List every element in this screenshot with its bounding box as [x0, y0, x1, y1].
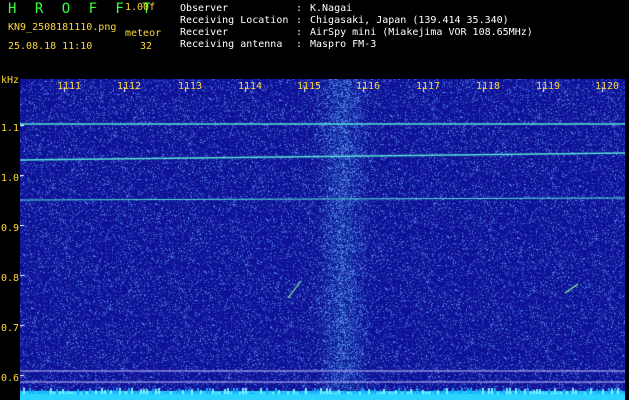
info-antenna-label: Receiving antenna — [180, 39, 283, 50]
time-tick-1113: 1113 — [178, 81, 203, 92]
y-tick-1-0: 1.0 — [1, 173, 20, 184]
datetime: 25.08.18 11:10 — [8, 41, 93, 52]
y-tick-0-6: 0.6 — [1, 373, 20, 384]
file-name: KN9_2508181110.png — [8, 22, 117, 33]
info-receiver-value: AirSpy mini (Miakejima VOR 108.65MHz) — [310, 27, 533, 38]
info-observer-value: K.Nagai — [310, 3, 353, 14]
meteor-label: meteor — [125, 28, 162, 39]
time-tick-1112: 1112 — [117, 81, 142, 92]
time-tick-1111: 1111 — [57, 81, 82, 92]
info-location-value: Chigasaki, Japan (139.414 35.340) — [310, 15, 509, 26]
info-location-sep: : — [296, 15, 303, 26]
y-tick-0-7: 0.7 — [1, 323, 20, 334]
hroft-screen: H R O F F T 1.00f KN9_2508181110.png met… — [0, 0, 629, 400]
spectrogram — [20, 79, 625, 400]
y-axis-unit: kHz — [1, 75, 20, 86]
time-tick-1117: 1117 — [416, 81, 441, 92]
info-location-label: Receiving Location — [180, 15, 289, 26]
y-tick-0-9: 0.9 — [1, 223, 20, 234]
time-tick-1119: 1119 — [536, 81, 561, 92]
meteor-count: 32 — [140, 41, 153, 52]
info-receiver-label: Receiver — [180, 27, 229, 38]
time-tick-1120: 1120 — [595, 81, 620, 92]
info-observer-sep: : — [296, 3, 303, 14]
info-antenna-sep: : — [296, 39, 303, 50]
y-tick-0-8: 0.8 — [1, 273, 20, 284]
time-tick-1115: 1115 — [297, 81, 322, 92]
info-antenna-value: Maspro FM-3 — [310, 39, 377, 50]
info-observer-label: Observer — [180, 3, 229, 14]
app-version: 1.00f — [125, 2, 156, 13]
info-receiver-sep: : — [296, 27, 303, 38]
time-tick-1118: 1118 — [476, 81, 501, 92]
y-tick-1-1: 1.1 — [1, 123, 20, 134]
time-tick-1114: 1114 — [238, 81, 263, 92]
time-tick-1116: 1116 — [356, 81, 381, 92]
